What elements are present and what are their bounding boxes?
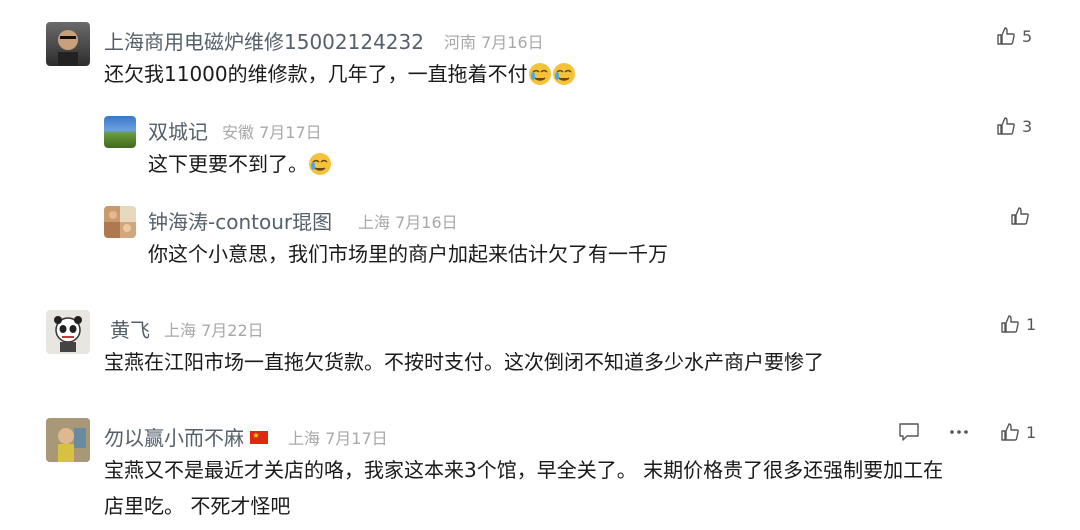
comment-meta: 上海 7月22日: [164, 317, 264, 341]
comment-date: 7月16日: [395, 213, 458, 232]
avatar[interactable]: [46, 310, 90, 354]
comment-text: 还欠我11000的维修款，几年了，一直拖着不付: [104, 56, 576, 92]
thumbs-up-icon: [997, 27, 1015, 45]
like-button[interactable]: 1: [1000, 314, 1036, 334]
commenter-name[interactable]: 双城记: [148, 116, 208, 145]
thumbs-up-icon: [1001, 315, 1019, 333]
facepalm-emoji: [528, 63, 551, 85]
comment-text-line: 宝燕又不是最近才关店的咯，我家这本来3个馆，早全关了。 末期价格贵了很多还强制要…: [104, 458, 944, 482]
commenter-name-text: 勿以赢小而不麻: [104, 426, 244, 450]
comment-text: 宝燕又不是最近才关店的咯，我家这本来3个馆，早全关了。 末期价格贵了很多还强制要…: [104, 452, 943, 524]
comment-location: 安徽: [222, 123, 255, 142]
comment-text: 这下更要不到了。: [148, 146, 332, 182]
comment-meta: 上海 7月16日: [358, 209, 458, 233]
commenter-name[interactable]: 黄飞: [110, 314, 150, 343]
comment-text-line: 店里吃。 不死才怪吧: [104, 494, 291, 518]
avatar[interactable]: [104, 116, 136, 148]
comment-text: 宝燕在江阳市场一直拖欠货款。不按时支付。这次倒闭不知道多少水产商户要惨了: [104, 350, 824, 374]
like-button[interactable]: 5: [996, 26, 1032, 46]
like-count: 3: [1022, 116, 1033, 136]
avatar[interactable]: [104, 206, 136, 238]
facepalm-emoji: [309, 153, 331, 175]
china-flag-icon: ★: [250, 431, 269, 444]
comment-location: 河南: [444, 33, 477, 52]
more-button[interactable]: [948, 422, 970, 446]
comment-text-content: 这下更要不到了。: [148, 152, 308, 176]
comment-date: 7月17日: [259, 123, 322, 142]
thumbs-up-icon: [997, 117, 1015, 135]
like-count: 1: [1026, 314, 1037, 334]
comment-date: 7月17日: [325, 429, 388, 448]
avatar[interactable]: [46, 418, 90, 462]
comment-meta: 安徽 7月17日: [222, 119, 322, 143]
reply-button[interactable]: [898, 422, 920, 446]
thumbs-up-icon: [1011, 207, 1029, 225]
like-count: 1: [1026, 422, 1037, 442]
commenter-name[interactable]: 勿以赢小而不麻 ★: [104, 422, 269, 451]
more-dots-icon: [950, 430, 968, 434]
commenter-name[interactable]: 钟海涛-contour琨图: [148, 206, 332, 235]
avatar[interactable]: [46, 22, 90, 66]
comment-meta: 河南 7月16日: [444, 29, 544, 53]
comment-text: 你这个小意思，我们市场里的商户加起来估计欠了有一千万: [148, 242, 668, 266]
like-count: 5: [1022, 26, 1033, 46]
like-button[interactable]: 3: [996, 116, 1032, 136]
thumbs-up-icon: [1001, 423, 1019, 441]
comment-date: 7月16日: [481, 33, 544, 52]
comment-meta: 上海 7月17日: [288, 425, 388, 449]
comment-date: 7月22日: [201, 321, 264, 340]
comment-location: 上海: [164, 321, 197, 340]
comment-icon: [899, 423, 919, 441]
like-button[interactable]: [1010, 206, 1030, 226]
commenter-name[interactable]: 上海商用电磁炉维修15002124232: [104, 26, 424, 55]
comment-text-content: 还欠我11000的维修款，几年了，一直拖着不付: [104, 62, 528, 86]
comment-location: 上海: [288, 429, 321, 448]
like-button[interactable]: 1: [1000, 422, 1036, 442]
facepalm-emoji: [552, 63, 575, 85]
comment-location: 上海: [358, 213, 391, 232]
